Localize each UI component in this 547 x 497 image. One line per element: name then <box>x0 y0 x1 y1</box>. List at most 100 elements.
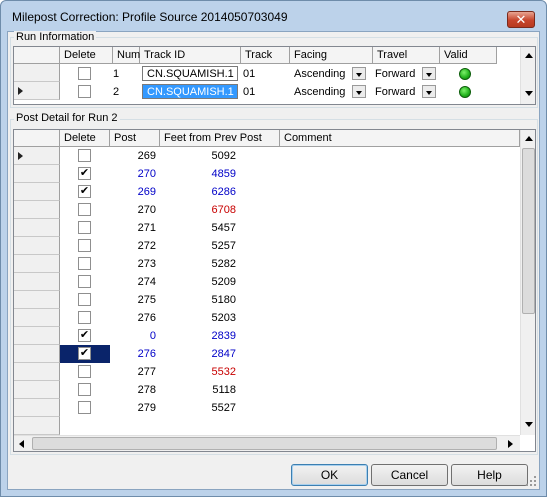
post-number[interactable]: 278 <box>110 384 156 396</box>
run-col-delete[interactable]: Delete <box>60 47 113 64</box>
post-delete-checkbox[interactable] <box>78 365 91 378</box>
post-delete-checkbox[interactable] <box>78 257 91 270</box>
post-feet-from-prev[interactable]: 5527 <box>160 402 236 414</box>
post-number[interactable]: 272 <box>110 240 156 252</box>
run-col-track-id[interactable]: Track ID <box>140 47 241 64</box>
post-row-header[interactable] <box>14 255 60 273</box>
run-col-travel[interactable]: Travel <box>373 47 440 64</box>
scroll-down-icon[interactable] <box>525 91 533 96</box>
ok-button[interactable]: OK <box>291 464 368 486</box>
post-row-header[interactable] <box>14 363 60 381</box>
scroll-left-icon[interactable] <box>19 440 24 448</box>
post-row-header[interactable] <box>14 147 60 165</box>
post-feet-from-prev[interactable]: 5457 <box>160 222 236 234</box>
run-facing-1[interactable]: Ascending <box>294 68 345 80</box>
scroll-up-icon[interactable] <box>525 136 533 141</box>
post-number[interactable]: 274 <box>110 276 156 288</box>
post-row-header[interactable] <box>14 399 60 417</box>
scroll-down-icon[interactable] <box>525 422 533 427</box>
title-bar[interactable]: Milepost Correction: Profile Source 2014… <box>1 1 546 31</box>
run-grid-vscrollbar[interactable] <box>520 47 535 104</box>
post-grid-hscroll-thumb[interactable] <box>32 437 497 450</box>
facing-dropdown-2[interactable] <box>352 85 366 98</box>
resize-grip-icon[interactable] <box>526 476 536 486</box>
post-number[interactable]: 271 <box>110 222 156 234</box>
post-feet-from-prev[interactable]: 5282 <box>160 258 236 270</box>
run-track-id-1[interactable]: CN.SQUAMISH.1 <box>142 66 238 81</box>
run-row-header-1[interactable] <box>14 64 60 82</box>
run-delete-checkbox-1[interactable] <box>78 67 91 80</box>
post-delete-checkbox[interactable] <box>78 203 91 216</box>
post-delete-checkbox[interactable] <box>78 383 91 396</box>
post-number[interactable]: 270 <box>110 204 156 216</box>
post-number[interactable]: 277 <box>110 366 156 378</box>
post-feet-from-prev[interactable]: 4859 <box>160 168 236 180</box>
post-row-header[interactable] <box>14 309 60 327</box>
post-row-header[interactable] <box>14 345 60 363</box>
run-track-1[interactable]: 01 <box>243 68 255 80</box>
travel-dropdown-2[interactable] <box>422 85 436 98</box>
post-feet-from-prev[interactable]: 5532 <box>160 366 236 378</box>
post-feet-from-prev[interactable]: 5092 <box>160 150 236 162</box>
post-row-header[interactable] <box>14 273 60 291</box>
post-row-header[interactable] <box>14 165 60 183</box>
post-feet-from-prev[interactable]: 5257 <box>160 240 236 252</box>
post-detail-grid[interactable]: Delete Post Feet from Prev Post Comment … <box>13 129 536 452</box>
post-grid-hscrollbar[interactable] <box>14 435 520 451</box>
post-feet-from-prev[interactable]: 5203 <box>160 312 236 324</box>
close-button[interactable]: ✕ <box>507 11 535 28</box>
post-row-header[interactable] <box>14 327 60 345</box>
post-feet-from-prev[interactable]: 2847 <box>160 348 236 360</box>
post-number[interactable]: 273 <box>110 258 156 270</box>
run-col-num[interactable]: Num <box>113 47 140 64</box>
post-feet-from-prev[interactable]: 2839 <box>160 330 236 342</box>
cancel-button[interactable]: Cancel <box>371 464 448 486</box>
post-number[interactable]: 0 <box>110 330 156 342</box>
facing-dropdown-1[interactable] <box>352 67 366 80</box>
run-travel-1[interactable]: Forward <box>375 68 415 80</box>
post-grid-vscroll-thumb[interactable] <box>522 148 535 314</box>
post-row-header[interactable] <box>14 201 60 219</box>
run-col-facing[interactable]: Facing <box>290 47 373 64</box>
post-delete-checkbox[interactable]: ✔ <box>78 167 91 180</box>
post-delete-checkbox[interactable]: ✔ <box>78 347 91 360</box>
run-facing-2[interactable]: Ascending <box>294 86 345 98</box>
run-col-valid[interactable]: Valid <box>440 47 497 64</box>
post-grid-vscrollbar[interactable] <box>520 130 535 435</box>
post-delete-checkbox[interactable] <box>78 293 91 306</box>
post-feet-from-prev[interactable]: 5180 <box>160 294 236 306</box>
post-number[interactable]: 269 <box>110 150 156 162</box>
help-button[interactable]: Help <box>451 464 528 486</box>
run-travel-2[interactable]: Forward <box>375 86 415 98</box>
post-number[interactable]: 269 <box>110 186 156 198</box>
post-col-comment[interactable]: Comment <box>280 130 520 147</box>
travel-dropdown-1[interactable] <box>422 67 436 80</box>
post-delete-checkbox[interactable] <box>78 149 91 162</box>
scroll-right-icon[interactable] <box>508 440 513 448</box>
post-delete-checkbox[interactable] <box>78 239 91 252</box>
post-delete-checkbox[interactable]: ✔ <box>78 329 91 342</box>
post-col-delete[interactable]: Delete <box>60 130 110 147</box>
post-row-header[interactable] <box>14 183 60 201</box>
scroll-up-icon[interactable] <box>525 53 533 58</box>
post-number[interactable]: 275 <box>110 294 156 306</box>
run-col-track[interactable]: Track <box>241 47 290 64</box>
run-track-2[interactable]: 01 <box>243 86 255 98</box>
run-information-grid[interactable]: Delete Num Track ID Track Facing Travel … <box>13 46 536 105</box>
post-feet-from-prev[interactable]: 5209 <box>160 276 236 288</box>
post-feet-from-prev[interactable]: 6708 <box>160 204 236 216</box>
post-col-post[interactable]: Post <box>110 130 160 147</box>
post-delete-checkbox[interactable] <box>78 401 91 414</box>
post-col-feet[interactable]: Feet from Prev Post <box>160 130 280 147</box>
post-feet-from-prev[interactable]: 6286 <box>160 186 236 198</box>
run-row-header-2[interactable] <box>14 82 60 100</box>
post-delete-checkbox[interactable]: ✔ <box>78 185 91 198</box>
post-delete-checkbox[interactable] <box>78 275 91 288</box>
run-delete-checkbox-2[interactable] <box>78 85 91 98</box>
post-number[interactable]: 279 <box>110 402 156 414</box>
post-number[interactable]: 276 <box>110 348 156 360</box>
post-feet-from-prev[interactable]: 5118 <box>160 384 236 396</box>
run-track-id-2[interactable]: CN.SQUAMISH.1 <box>142 84 238 99</box>
post-number[interactable]: 270 <box>110 168 156 180</box>
post-delete-checkbox[interactable] <box>78 221 91 234</box>
